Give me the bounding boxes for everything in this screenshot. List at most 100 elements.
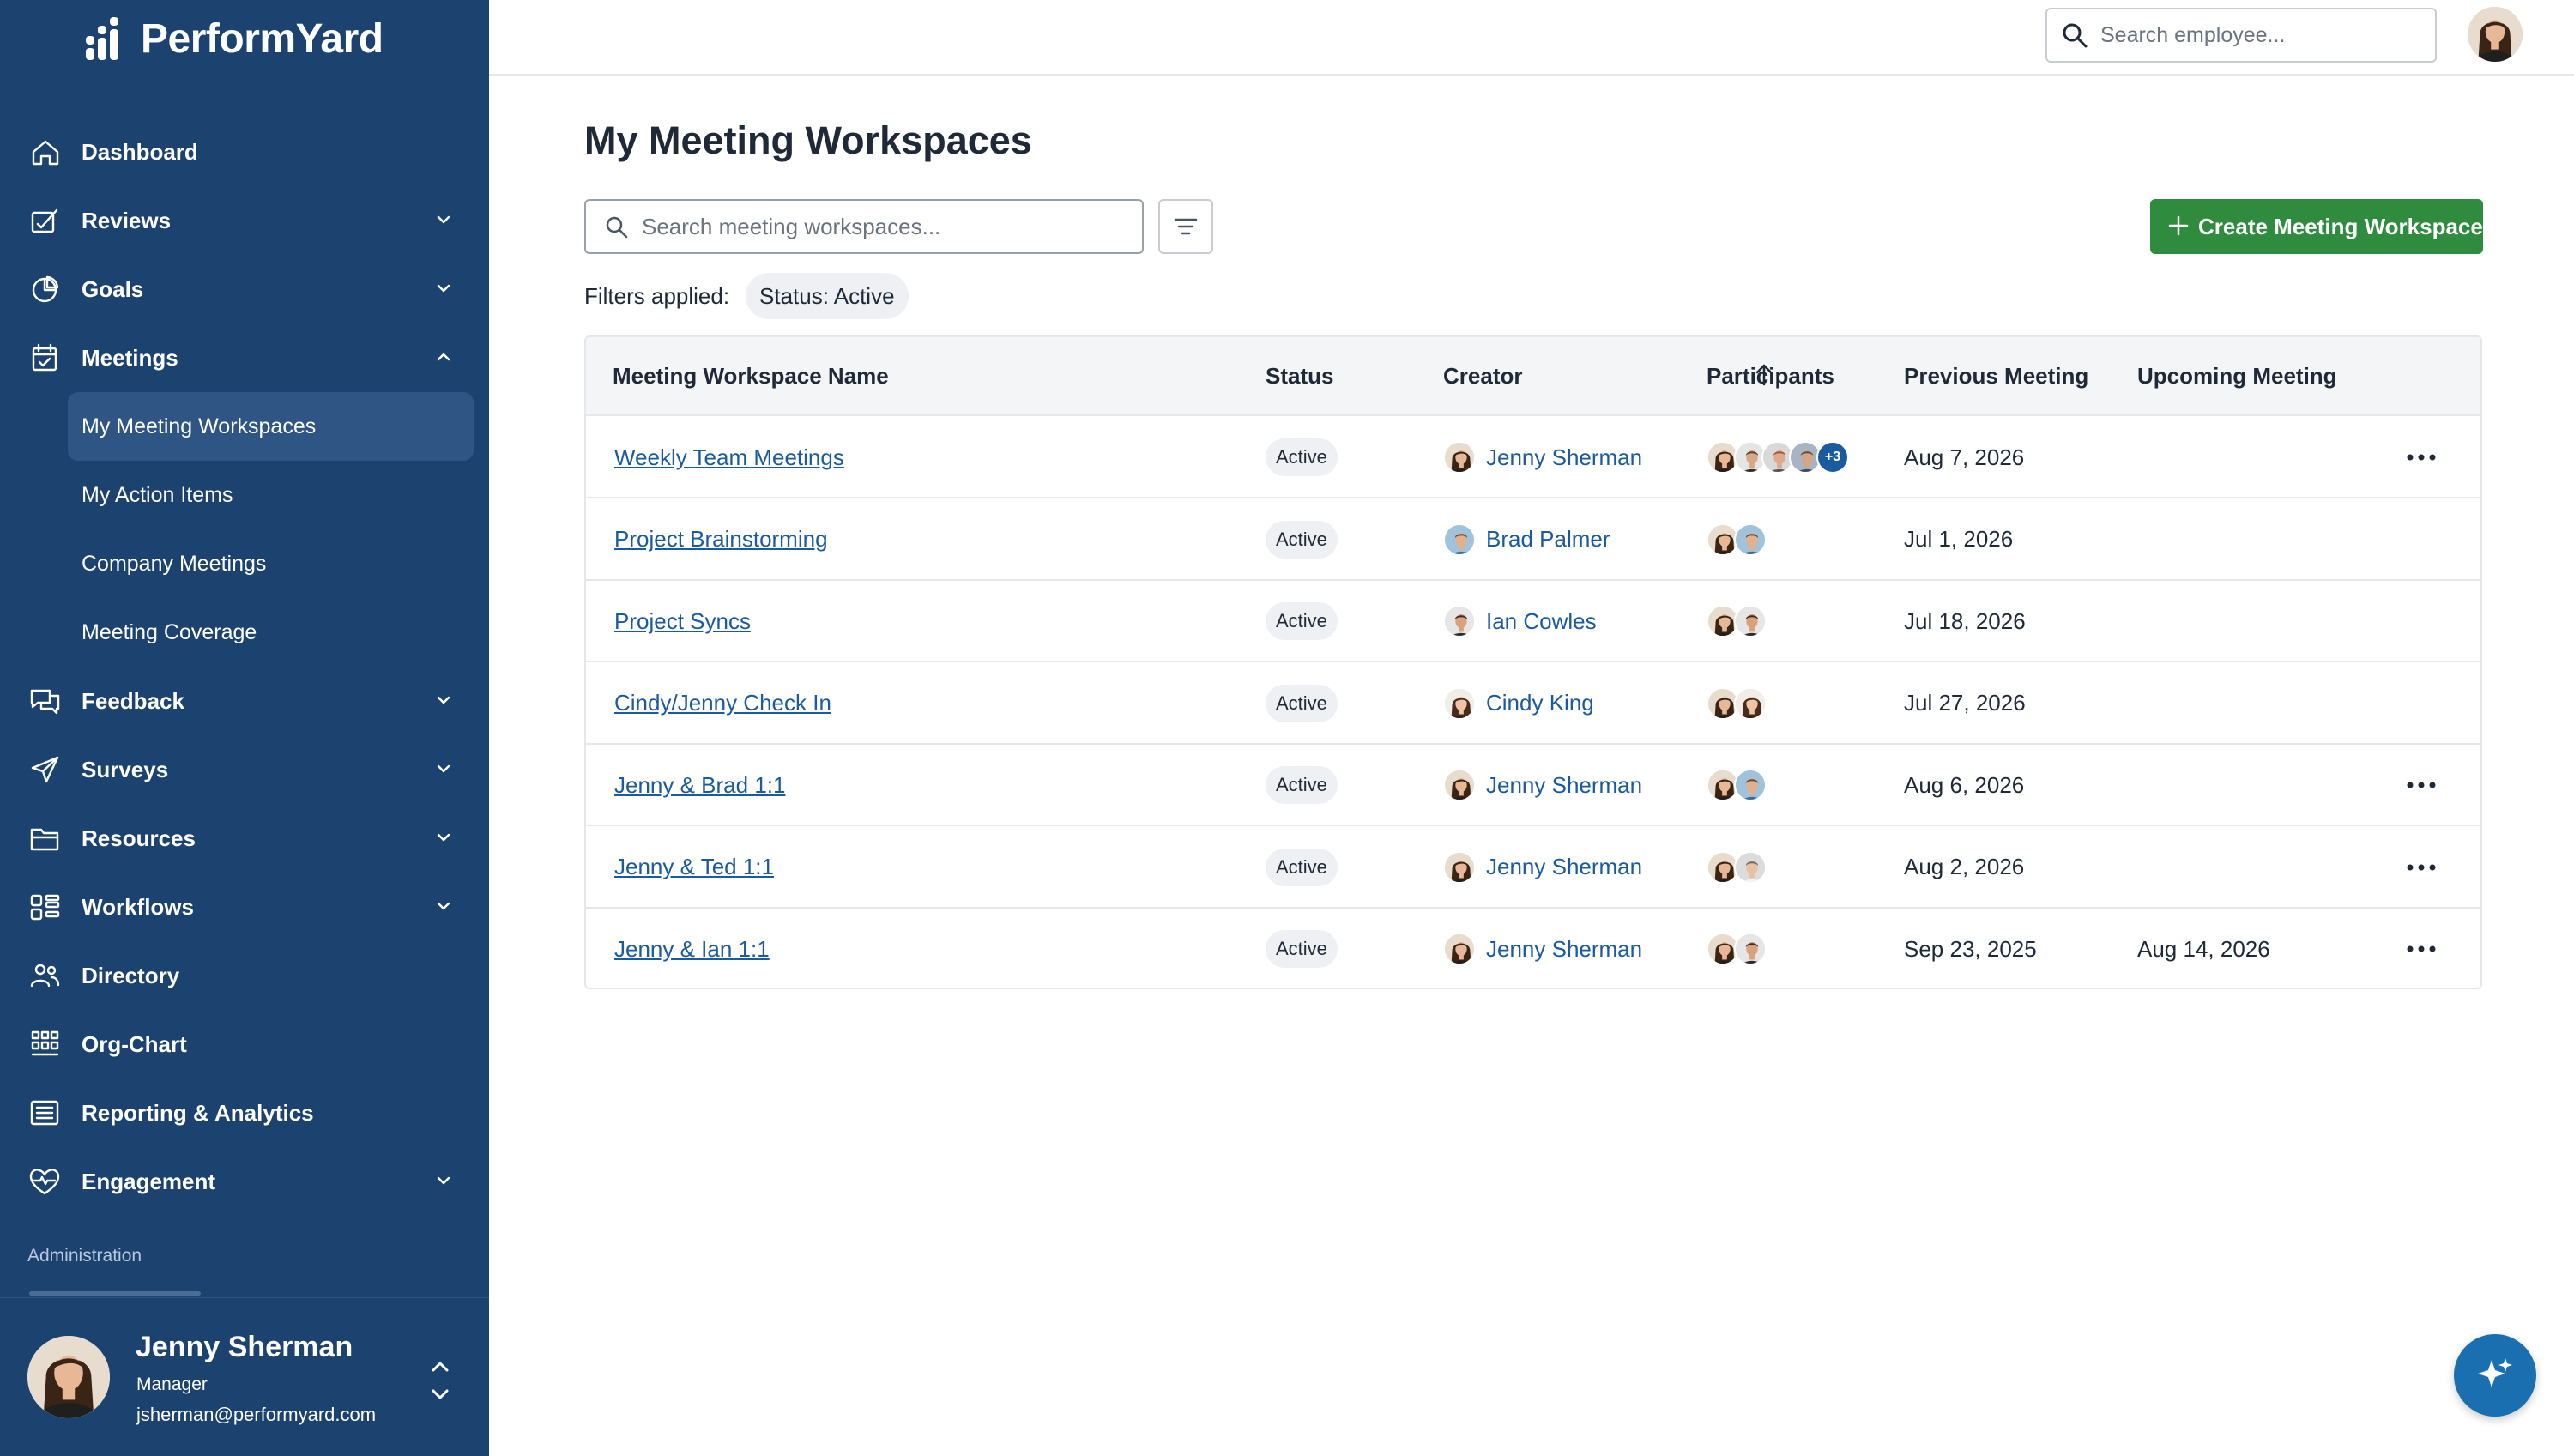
filter-button[interactable] [1158, 199, 1213, 254]
status-badge: Active [1266, 684, 1338, 722]
ai-assistant-button[interactable] [2454, 1334, 2536, 1417]
creator-link[interactable]: Cindy King [1486, 690, 1594, 716]
col-header-previous[interactable]: Previous Meeting [1904, 363, 2088, 390]
participant-avatars[interactable] [1707, 523, 1767, 556]
creator-link[interactable]: Jenny Sherman [1486, 936, 1642, 963]
search-icon [2063, 23, 2088, 48]
account-avatar[interactable] [2468, 7, 2523, 62]
creator-link[interactable]: Brad Palmer [1486, 526, 1610, 553]
send-icon [31, 756, 59, 783]
sort-ascending-icon[interactable] [1753, 362, 1775, 388]
row-actions-cell [2406, 416, 2437, 498]
sidebar-item-engagement[interactable]: Engagement [0, 1147, 489, 1216]
participant-avatars[interactable] [1707, 933, 1767, 965]
workspace-link[interactable]: Jenny & Ian 1:1 [614, 936, 770, 963]
workspace-link[interactable]: Jenny & Ted 1:1 [614, 854, 774, 880]
creator-cell: Jenny Sherman [1443, 826, 1642, 909]
workspace-link[interactable]: Cindy/Jenny Check In [614, 690, 831, 716]
sidebar-item-surveys[interactable]: Surveys [0, 735, 489, 804]
workspace-name-cell: Cindy/Jenny Check In [614, 662, 831, 745]
sidebar-item-meetings[interactable]: Meetings [0, 323, 489, 392]
workspaces-table: Meeting Workspace Name Status Creator Pa… [584, 335, 2482, 989]
status-filter-chip[interactable]: Status: Active [746, 273, 909, 319]
plus-icon [2168, 215, 2189, 236]
chevron-up-down-icon[interactable] [429, 1356, 451, 1405]
sidebar-item-reviews[interactable]: Reviews [0, 186, 489, 255]
more-participants-badge[interactable]: +3 [1816, 441, 1849, 474]
participant-avatars[interactable] [1707, 605, 1767, 637]
sidebar-item-feedback[interactable]: Feedback [0, 667, 489, 735]
sidebar-item-label: Reviews [82, 207, 172, 233]
creator-link[interactable]: Jenny Sherman [1486, 444, 1642, 471]
sidebar-subitem-my-meeting-workspaces[interactable]: My Meeting Workspaces [68, 392, 474, 461]
create-workspace-button[interactable]: Create Meeting Workspace [2150, 199, 2483, 254]
chevron-down-icon[interactable] [434, 210, 453, 229]
sidebar-item-label: Org-Chart [82, 1030, 187, 1057]
sidebar-subitem-my-action-items[interactable]: My Action Items [0, 461, 489, 529]
sidebar-subitem-meeting-coverage[interactable]: Meeting Coverage [0, 598, 489, 667]
workspace-link[interactable]: Project Syncs [614, 608, 751, 635]
row-actions-cell [2406, 826, 2437, 909]
sidebar-item-goals[interactable]: Goals [0, 255, 489, 323]
col-header-name[interactable]: Meeting Workspace Name [613, 363, 889, 390]
status-badge: Active [1266, 848, 1338, 886]
status-badge: Active [1266, 438, 1338, 476]
user-email: jsherman@performyard.com [136, 1404, 377, 1425]
sidebar-item-resources[interactable]: Resources [0, 804, 489, 873]
chevron-down-icon[interactable] [434, 759, 453, 778]
employee-search-input[interactable]: Search employee... [2045, 8, 2437, 63]
sidebar-item-dashboard[interactable]: Dashboard [0, 118, 489, 186]
row-actions-cell [2406, 908, 2437, 988]
report-icon [30, 1100, 59, 1126]
table-row: Jenny & Ted 1:1 Active Jenny Sherman Aug … [586, 826, 2480, 909]
creator-link[interactable]: Ian Cowles [1486, 608, 1597, 635]
more-horizontal-icon[interactable] [2406, 945, 2437, 953]
sidebar-nav: Dashboard Reviews Goals Meetings My Meeting … [0, 118, 489, 1216]
creator-cell: Jenny Sherman [1443, 744, 1642, 826]
chevron-up-icon[interactable] [434, 347, 453, 366]
sidebar-item-label: Directory [82, 962, 180, 988]
performyard-logo[interactable]: PerformYard [86, 12, 384, 65]
workspace-link[interactable]: Project Brainstorming [614, 526, 828, 553]
chevron-down-icon[interactable] [434, 897, 453, 915]
col-header-creator[interactable]: Creator [1443, 363, 1522, 390]
creator-avatar [1443, 850, 1476, 884]
workspace-name-cell: Project Brainstorming [614, 498, 828, 581]
more-horizontal-icon[interactable] [2406, 781, 2437, 789]
more-horizontal-icon[interactable] [2406, 453, 2437, 462]
chevron-down-icon[interactable] [434, 828, 453, 847]
participant-avatar [1734, 523, 1767, 556]
sidebar-item-org-chart[interactable]: Org-Chart [0, 1010, 489, 1078]
employee-search-placeholder: Search employee... [2100, 22, 2286, 47]
sidebar-item-reporting-analytics[interactable]: Reporting & Analytics [0, 1078, 489, 1147]
workspace-search-input[interactable]: Search meeting workspaces... [584, 199, 1144, 254]
workspace-link[interactable]: Jenny & Brad 1:1 [614, 772, 785, 799]
participant-avatars[interactable] [1707, 686, 1767, 720]
creator-link[interactable]: Jenny Sherman [1486, 772, 1642, 799]
status-badge: Active [1266, 766, 1338, 804]
table-row: Jenny & Ian 1:1 Active Jenny Sherman Sep … [586, 908, 2480, 988]
sidebar-item-workflows[interactable]: Workflows [0, 873, 489, 941]
creator-avatar [1443, 686, 1476, 720]
creator-link[interactable]: Jenny Sherman [1486, 854, 1642, 880]
participant-avatars[interactable]: +3 [1707, 441, 1849, 474]
chevron-down-icon[interactable] [434, 691, 453, 710]
status-cell: Active [1266, 416, 1338, 498]
creator-cell: Brad Palmer [1443, 498, 1610, 581]
filters-applied-label: Filters applied: [584, 283, 730, 309]
col-header-upcoming[interactable]: Upcoming Meeting [2137, 363, 2337, 390]
table-row: Project Syncs Active Ian Cowles Jul 18, 2… [586, 580, 2480, 662]
participant-avatars[interactable] [1707, 850, 1767, 884]
user-profile[interactable]: Jenny Sherman Manager jsherman@performya… [0, 1297, 489, 1456]
heart-pulse-icon [29, 1169, 60, 1195]
col-header-status[interactable]: Status [1266, 363, 1333, 390]
creator-avatar [1443, 523, 1476, 556]
sidebar-subitem-company-meetings[interactable]: Company Meetings [0, 529, 489, 598]
more-horizontal-icon[interactable] [2406, 863, 2437, 872]
chevron-down-icon[interactable] [434, 1171, 453, 1190]
sidebar-item-directory[interactable]: Directory [0, 941, 489, 1010]
workspace-name-cell: Jenny & Ted 1:1 [614, 826, 774, 909]
workspace-link[interactable]: Weekly Team Meetings [614, 444, 844, 471]
chevron-down-icon[interactable] [434, 279, 453, 298]
participant-avatars[interactable] [1707, 769, 1767, 801]
